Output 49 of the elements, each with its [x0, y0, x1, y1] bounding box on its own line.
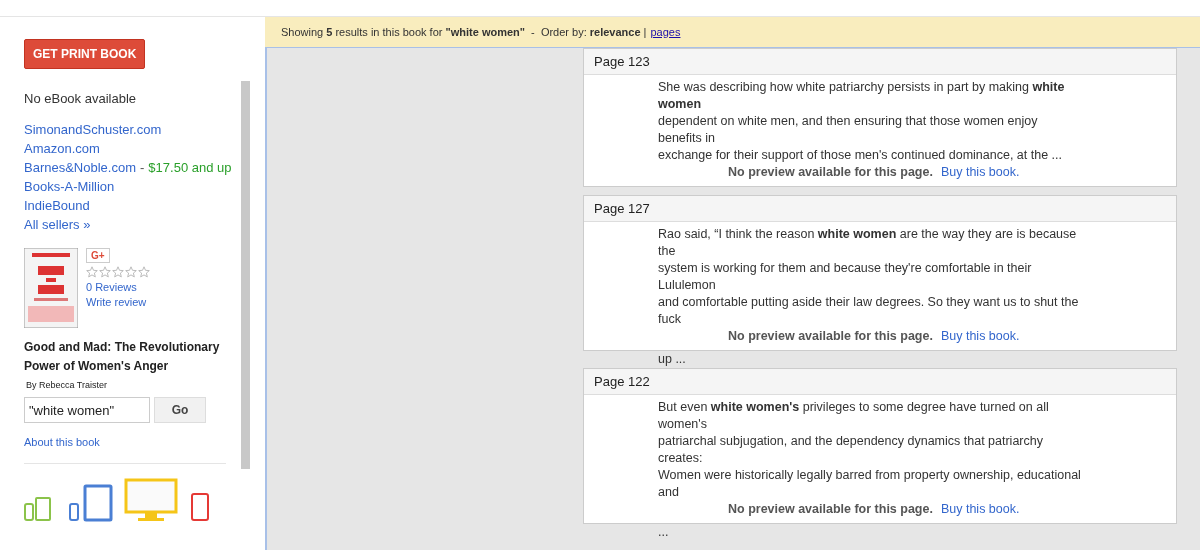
- pages-link[interactable]: pages: [650, 26, 681, 38]
- buy-book-link[interactable]: Buy this book.: [940, 501, 1020, 518]
- search-field[interactable]: "white women": [24, 397, 150, 423]
- about-book-link[interactable]: About this book: [24, 436, 100, 448]
- buy-book-link[interactable]: Buy this book.: [940, 164, 1020, 181]
- no-preview-notice: No preview available for this page.: [728, 501, 933, 518]
- snippet-line: Women were historically legally barred from property ownership, educational: [658, 467, 1082, 484]
- snippet-line: the: [658, 243, 677, 260]
- get-print-book-button[interactable]: GET PRINT BOOK: [24, 39, 146, 69]
- no-preview-notice: No preview available for this page.: [728, 328, 933, 345]
- snippet-line: women: [658, 96, 703, 113]
- snippet-line: But even white women's privileges to some degree have turned on all: [658, 399, 1050, 416]
- go-button[interactable]: Go: [154, 397, 206, 423]
- snippet-line: women's: [658, 416, 708, 433]
- scrollbar[interactable]: [241, 81, 250, 469]
- snippet-line: patriarchal subjugation, and the dependency dynamics that patriarchy: [658, 433, 1044, 450]
- buy-book-link[interactable]: Buy this book.: [940, 328, 1020, 345]
- google-plus-button[interactable]: G+: [86, 248, 110, 263]
- snippet-line: creates:: [658, 450, 704, 467]
- page-number: Page 123: [584, 49, 1176, 75]
- seller-price: $17.50 and up: [148, 160, 232, 175]
- book-author: By Rebecca Traister: [25, 380, 109, 390]
- snippet-line: benefits in: [658, 130, 716, 147]
- snippet-line: Rao said, “I think the reason white women are the way they are is because: [658, 226, 1078, 243]
- separator: -: [140, 160, 145, 175]
- seller-link[interactable]: Barnes&Noble.com: [24, 160, 136, 175]
- seller-link[interactable]: Books-A-Million: [24, 179, 115, 194]
- seller-link[interactable]: Amazon.com: [24, 141, 100, 156]
- seller-link[interactable]: All sellers »: [24, 217, 91, 232]
- snippet-line: up ...: [658, 351, 687, 368]
- snippet-line: She was describing how white patriarchy persists in part by making white: [658, 79, 1066, 96]
- snippet-line: exchange for their support of those men's continued dominance, at the ...: [658, 147, 1064, 164]
- results-summary: Showing 5 results in this book for "white women" - Order by: relevance |: [281, 26, 647, 38]
- no-preview-notice: No preview available for this page.: [728, 164, 933, 181]
- snippet-line: dependent on white men, and then ensuring that those women enjoy: [658, 113, 1039, 130]
- snippet-line: system is working for them and because they're comfortable in their: [658, 260, 1033, 277]
- snippet-line: Lululemon: [658, 277, 717, 294]
- snippet-line: and comfortable putting aside their law degrees. So they want us to shut the: [658, 294, 1080, 311]
- seller-link[interactable]: SimonandSchuster.com: [24, 122, 162, 137]
- page-number: Page 122: [584, 369, 1176, 395]
- write-review-link[interactable]: Write review: [86, 295, 147, 310]
- ebook-status: No eBook available: [24, 91, 138, 106]
- seller-link[interactable]: IndieBound: [24, 198, 90, 213]
- page-number: Page 127: [584, 196, 1176, 222]
- snippet-line: ...: [658, 524, 670, 541]
- snippet-line: fuck: [658, 311, 682, 328]
- book-title: Good and Mad: The Revolutionary Power of Women's Anger: [24, 339, 221, 375]
- snippet-line: and: [658, 484, 680, 501]
- reviews-link[interactable]: 0 Reviews: [86, 280, 137, 295]
